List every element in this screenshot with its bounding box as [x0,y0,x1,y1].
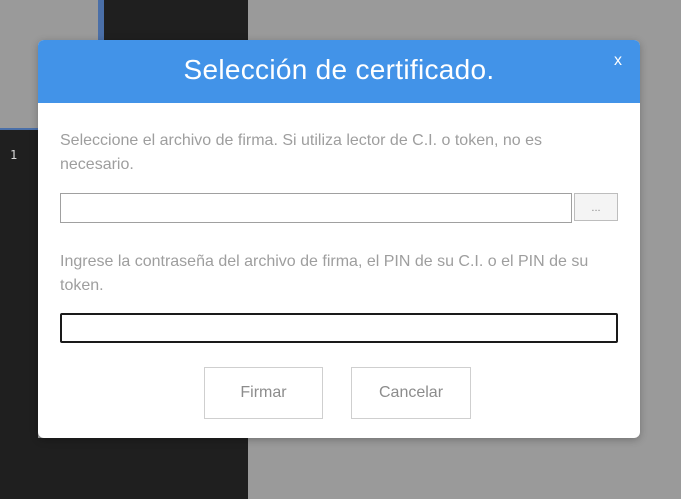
signature-file-input[interactable] [60,193,572,223]
password-instruction-text: Ingrese la contraseña del archivo de fir… [60,253,589,294]
file-picker-row: ... [60,193,618,223]
sign-button[interactable]: Firmar [204,367,323,419]
background-line-gutter [0,130,38,499]
cancel-button[interactable]: Cancelar [351,367,471,419]
dialog-title: Selección de certificado. [183,54,495,85]
background-panel-bottom [38,438,248,499]
dialog-header: Selección de certificado. x [38,40,640,103]
file-instruction-text: Seleccione el archivo de firma. Si utili… [60,132,543,173]
browse-file-button[interactable]: ... [574,193,618,221]
certificate-selection-dialog: Selección de certificado. x Seleccione e… [38,40,640,438]
password-input[interactable] [60,313,618,343]
close-button[interactable]: x [614,52,622,70]
background-line-number: 1 [10,148,18,162]
background-panel-top [104,0,248,42]
